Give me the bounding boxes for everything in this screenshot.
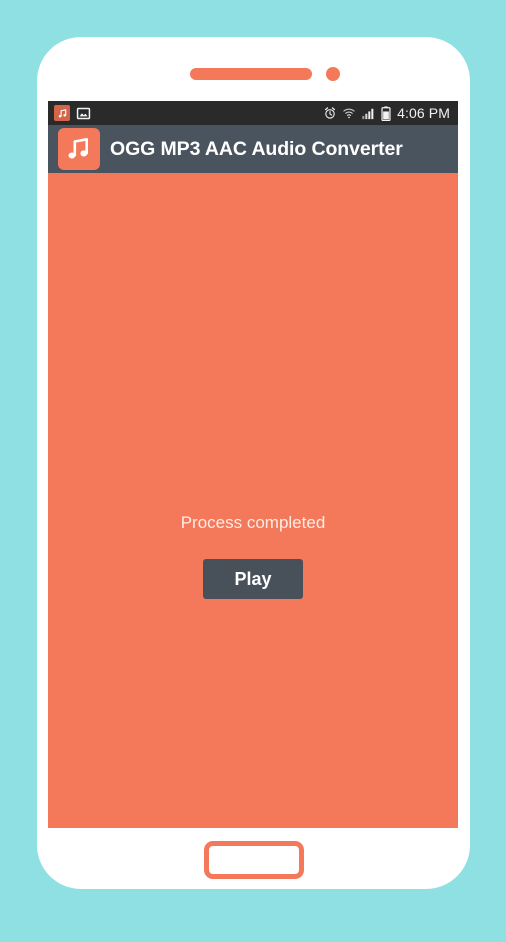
gallery-icon [76, 106, 91, 121]
earpiece-speaker [190, 68, 312, 80]
app-logo-music-note-icon [58, 128, 100, 170]
screen-content-area: Process completed Play [48, 173, 458, 828]
phone-top-hardware [37, 63, 470, 85]
status-message: Process completed [180, 513, 326, 532]
wifi-icon [342, 107, 356, 120]
front-camera-icon [326, 67, 340, 81]
app-notification-icon [54, 105, 70, 121]
alarm-icon [323, 106, 337, 120]
status-bar-right-icons: 4:06 PM [323, 105, 450, 121]
app-title: OGG MP3 AAC Audio Converter [110, 137, 403, 160]
app-action-bar: OGG MP3 AAC Audio Converter [48, 125, 458, 173]
home-button[interactable] [203, 841, 304, 879]
android-status-bar: 4:06 PM [48, 101, 458, 125]
status-bar-left-icons [54, 105, 91, 121]
play-button[interactable]: Play [203, 559, 303, 599]
battery-icon [381, 105, 391, 121]
signal-icon [361, 107, 376, 120]
status-bar-clock: 4:06 PM [397, 105, 450, 121]
phone-screen: 4:06 PM OGG MP3 AAC Audio Converter Proc… [48, 101, 458, 828]
phone-device-frame: 4:06 PM OGG MP3 AAC Audio Converter Proc… [37, 37, 470, 889]
